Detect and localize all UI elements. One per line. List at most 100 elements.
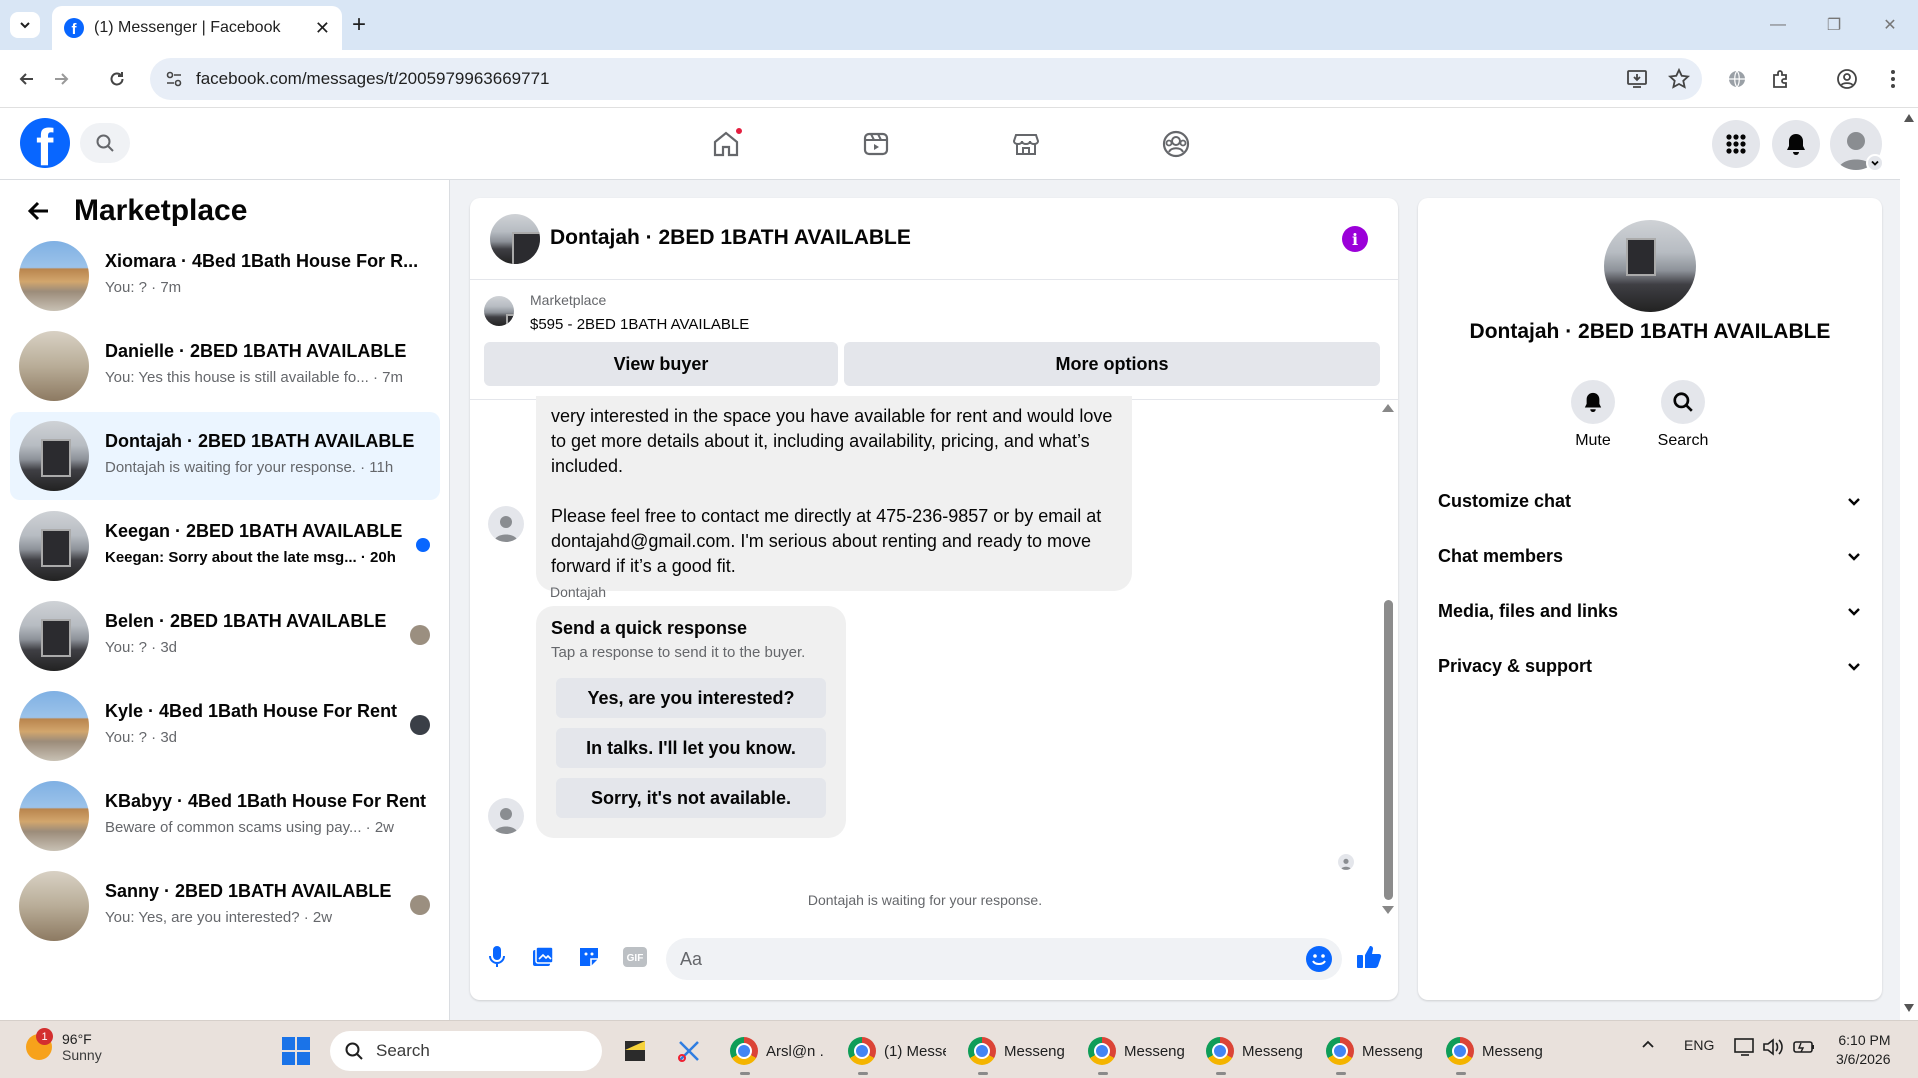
more-options-button[interactable]: More options [844,342,1380,386]
taskbar-chrome-window[interactable]: Messeng [1446,1033,1544,1075]
taskbar-chrome-window[interactable]: Messeng [968,1033,1066,1075]
bookmark-star-icon[interactable] [1668,68,1690,90]
facebook-logo-icon[interactable]: f [20,118,70,168]
tab-search-button[interactable] [10,12,40,38]
nav-home[interactable] [704,122,748,166]
nav-marketplace[interactable] [1004,122,1048,166]
listing-thumbnail[interactable] [484,296,514,326]
message-input[interactable]: Aa [666,938,1342,980]
sender-avatar[interactable] [488,506,524,542]
taskbar-chrome-window[interactable]: Messeng [1326,1033,1424,1075]
sticker-icon[interactable] [574,942,604,972]
chevron-up-icon[interactable] [1640,1037,1656,1053]
language-indicator[interactable]: ENG [1684,1037,1714,1053]
scroll-up-arrow-icon[interactable] [1904,114,1914,122]
windows-start-icon[interactable] [282,1037,310,1065]
browser-menu-icon[interactable] [1878,64,1908,94]
chat-panel: Dontajah · 2BED 1BATH AVAILABLE i Market… [470,198,1398,1000]
back-arrow-icon[interactable] [26,198,52,224]
install-app-icon[interactable] [1626,68,1648,90]
minimize-icon[interactable]: — [1750,0,1806,50]
section-privacy-support[interactable]: Privacy & support [1438,646,1862,686]
chrome-icon [1088,1037,1116,1065]
microphone-icon[interactable] [482,942,512,972]
scroll-up-arrow-icon[interactable] [1382,404,1394,412]
conversation-item[interactable]: Xiomara · 4Bed 1Bath House For R... You: … [10,232,440,320]
page-scrollbar[interactable] [1900,108,1918,1020]
section-label: Customize chat [1438,490,1572,511]
conversation-item[interactable]: Danielle · 2BED 1BATH AVAILABLE You: Yes … [10,322,440,410]
nav-groups[interactable] [1154,122,1198,166]
reload-button[interactable] [102,64,132,94]
gif-icon[interactable]: GIF [620,942,650,972]
taskbar-chrome-window[interactable]: (1) Messe [848,1033,946,1075]
scroll-down-arrow-icon[interactable] [1904,1004,1914,1012]
quick-reply-button[interactable]: In talks. I'll let you know. [556,728,826,768]
chat-avatar[interactable] [490,214,540,264]
chat-title[interactable]: Dontajah · 2BED 1BATH AVAILABLE [550,226,911,250]
taskbar-clock[interactable]: 6:10 PM 3/6/2026 [1836,1031,1891,1069]
section-customize-chat[interactable]: Customize chat [1438,481,1862,521]
sticky-notes-icon[interactable] [622,1033,648,1069]
taskbar-chrome-window[interactable]: Messeng [1206,1033,1304,1075]
photo-icon[interactable] [528,942,558,972]
listing-banner: Marketplace $595 - 2BED 1BATH AVAILABLE … [470,280,1398,400]
notifications-button[interactable] [1772,120,1820,168]
nav-video[interactable] [854,122,898,166]
conversation-item[interactable]: Keegan · 2BED 1BATH AVAILABLE Keegan: Sor… [10,502,440,590]
site-info-icon[interactable] [164,69,184,89]
forward-button[interactable] [46,64,76,94]
conversation-item[interactable]: Belen · 2BED 1BATH AVAILABLE You: ? · 3d [10,592,440,680]
sender-avatar[interactable] [488,798,524,834]
volume-icon[interactable] [1762,1037,1784,1057]
quick-reply-button[interactable]: Sorry, it's not available. [556,778,826,818]
conversation-item[interactable]: KBabyy · 4Bed 1Bath House For Rent Beware… [10,772,440,860]
profile-icon[interactable] [1832,64,1862,94]
windows-taskbar: 1 96°F Sunny Search Arsl@n . (1) Messe Mes… [0,1020,1918,1078]
tab-title: (1) Messenger | Facebook [94,19,281,36]
new-tab-button[interactable]: + [352,12,366,38]
view-buyer-button[interactable]: View buyer [484,342,838,386]
section-media-files-links[interactable]: Media, files and links [1438,591,1862,631]
browser-tab-active[interactable]: f (1) Messenger | Facebook ✕ [52,6,342,50]
conversation-item[interactable]: Sanny · 2BED 1BATH AVAILABLE You: Yes, ar… [10,862,440,950]
back-button[interactable] [12,64,42,94]
menu-button[interactable] [1712,120,1760,168]
search-action[interactable]: Search [1638,380,1728,450]
running-indicator [978,1072,988,1075]
chrome-icon [1206,1037,1234,1065]
section-chat-members[interactable]: Chat members [1438,536,1862,576]
account-caret[interactable] [1866,154,1884,172]
address-bar[interactable]: facebook.com/messages/t/2005979963669771 [150,58,1702,100]
conversation-item[interactable]: Kyle · 4Bed 1Bath House For Rent You: ? ·… [10,682,440,770]
listing-price[interactable]: $595 - 2BED 1BATH AVAILABLE [530,316,749,333]
conversation-item[interactable]: Dontajah · 2BED 1BATH AVAILABLE Dontajah … [10,412,440,500]
emoji-icon[interactable] [1306,946,1332,972]
scroll-thumb[interactable] [1384,600,1393,900]
thread-scrollbar[interactable] [1380,400,1396,920]
display-icon[interactable] [1734,1037,1756,1057]
bell-icon[interactable] [1571,380,1615,424]
close-window-icon[interactable]: ✕ [1862,0,1918,50]
search-icon[interactable] [1661,380,1705,424]
mute-action[interactable]: Mute [1548,380,1638,450]
info-avatar[interactable] [1604,220,1696,312]
scroll-down-arrow-icon[interactable] [1382,906,1394,914]
info-icon[interactable]: i [1342,226,1368,252]
sidebar-title: Marketplace [74,194,248,227]
message-paragraph: Please feel free to contact me directly … [551,506,1102,576]
battery-icon[interactable] [1792,1037,1816,1057]
snipping-tool-icon[interactable] [676,1033,702,1069]
extensions-icon[interactable] [1766,64,1796,94]
taskbar-search[interactable]: Search [330,1031,602,1071]
restore-icon[interactable]: ❐ [1806,0,1862,50]
facebook-search-button[interactable] [80,123,130,163]
taskbar-chrome-window[interactable]: Arsl@n . [730,1033,828,1075]
vpn-globe-icon[interactable] [1722,64,1752,94]
weather-widget[interactable]: 1 96°F Sunny [26,1028,102,1063]
like-icon[interactable] [1354,942,1384,972]
quick-reply-button[interactable]: Yes, are you interested? [556,678,826,718]
taskbar-chrome-window[interactable]: Messeng [1088,1033,1186,1075]
clock-date: 3/6/2026 [1836,1051,1891,1067]
close-tab-icon[interactable]: ✕ [315,18,330,39]
